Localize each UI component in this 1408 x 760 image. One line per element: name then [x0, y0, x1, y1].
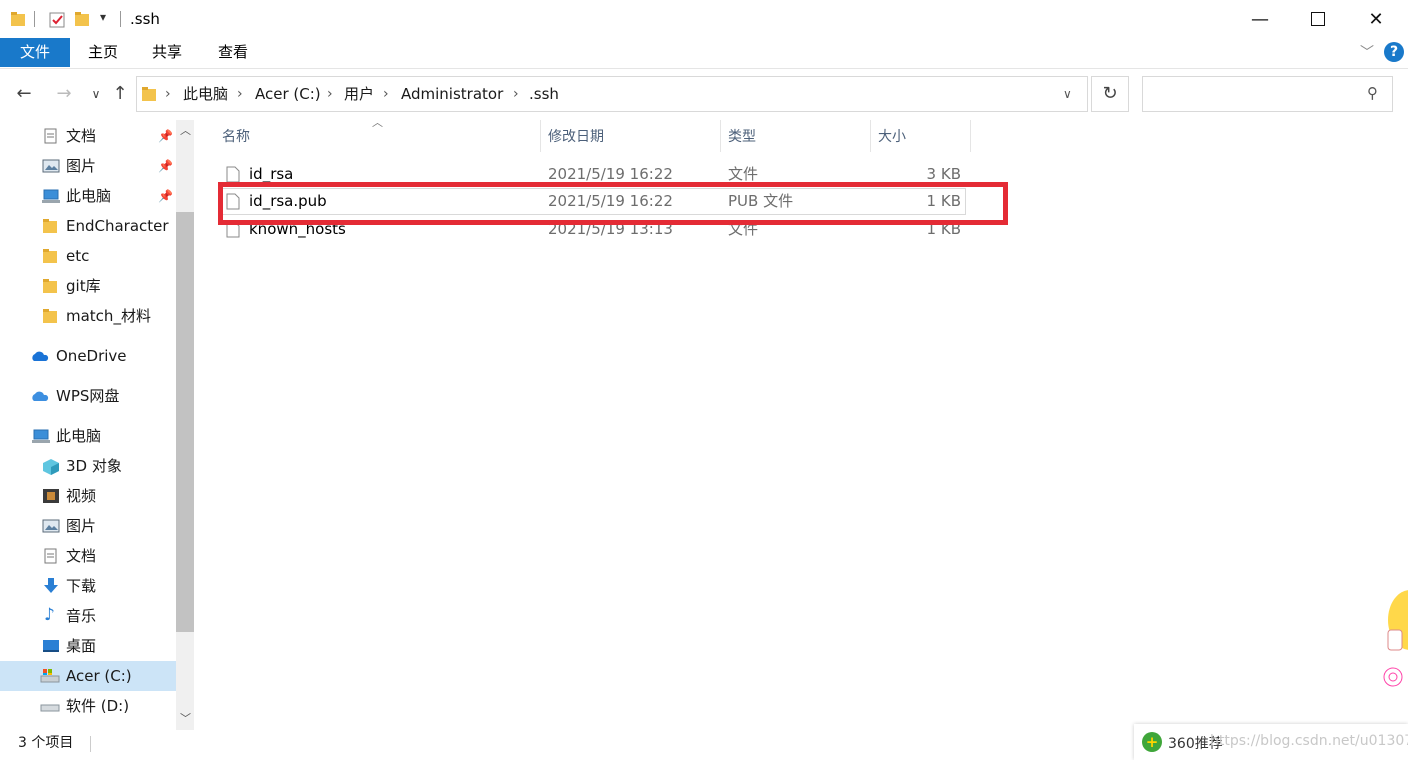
computer-icon [42, 189, 60, 203]
folder-icon [43, 249, 57, 263]
column-header-type[interactable]: 类型 [728, 122, 756, 152]
breadcrumb-separator-icon[interactable]: › [383, 77, 389, 111]
download-icon [44, 578, 58, 593]
picture-icon [42, 519, 60, 533]
nav-item-music[interactable]: ♪ 音乐 [0, 601, 176, 631]
nav-item-downloads[interactable]: 下载 [0, 571, 176, 601]
status-item-count: 3 个项目 [18, 735, 74, 751]
navigation-pane: 文档 📌 图片 📌 此电脑 📌 EndCharacter etc git库 ma… [0, 120, 176, 730]
up-arrow-icon[interactable]: ↑ [108, 82, 132, 106]
window-title: .ssh [130, 10, 160, 28]
watermark: https://blog.csdn.net/u013070710 [1210, 733, 1408, 749]
folder-icon [43, 219, 57, 233]
pin-icon[interactable]: 📌 [158, 181, 173, 211]
breadcrumb-this-pc[interactable]: 此电脑 [183, 77, 228, 111]
onedrive-icon [32, 351, 49, 361]
address-bar[interactable]: › 此电脑 › Acer (C:) › 用户 › Administrator ›… [136, 76, 1088, 112]
nav-item-this-pc-pinned[interactable]: 此电脑 📌 [0, 181, 176, 211]
column-divider[interactable] [720, 120, 721, 152]
scroll-up-icon[interactable]: ︿ [180, 122, 191, 138]
minimize-button[interactable]: — [1231, 0, 1289, 38]
highlight-box [218, 182, 1008, 225]
column-divider[interactable] [970, 120, 971, 152]
nav-item-3d-objects[interactable]: 3D 对象 [0, 451, 176, 481]
nav-item-onedrive[interactable]: OneDrive [0, 341, 176, 371]
scroll-down-icon[interactable]: ﹀ [180, 710, 191, 726]
nav-item-documents[interactable]: 文档 [0, 541, 176, 571]
breadcrumb-ssh[interactable]: .ssh [529, 77, 559, 111]
maximize-button[interactable] [1289, 0, 1347, 38]
column-divider[interactable] [540, 120, 541, 152]
desktop-icon [43, 640, 59, 652]
nav-item-drive-c[interactable]: Acer (C:) [0, 661, 176, 691]
help-icon[interactable]: ? [1384, 42, 1404, 62]
tab-share[interactable]: 共享 [144, 38, 190, 67]
column-header-date[interactable]: 修改日期 [548, 122, 604, 152]
nav-scrollbar-thumb[interactable] [176, 212, 194, 632]
tab-view[interactable]: 查看 [210, 38, 256, 67]
drive-c-icon [40, 669, 60, 683]
quick-access-dropdown-icon[interactable]: ▾ [100, 10, 106, 24]
pin-icon[interactable]: 📌 [158, 121, 173, 151]
refresh-button[interactable]: ↻ [1091, 76, 1129, 112]
address-dropdown-icon[interactable]: ∨ [1063, 77, 1072, 111]
nav-item-match-materials[interactable]: match_材料 [0, 301, 176, 331]
folder-icon [142, 87, 156, 101]
sort-ascending-icon: ︿ [372, 116, 383, 129]
breadcrumb-users[interactable]: 用户 [344, 77, 374, 111]
forward-arrow-icon[interactable]: → [52, 82, 76, 106]
ribbon-expand-icon[interactable]: ﹀ [1360, 42, 1374, 62]
nav-item-etc[interactable]: etc [0, 241, 176, 271]
breadcrumb-separator-icon[interactable]: › [513, 77, 519, 111]
folder-icon [43, 309, 57, 323]
folder-icon [11, 12, 25, 26]
tab-home[interactable]: 主页 [80, 38, 126, 67]
divider [34, 11, 35, 27]
nav-item-desktop[interactable]: 桌面 [0, 631, 176, 661]
properties-icon[interactable] [48, 11, 66, 29]
back-arrow-icon[interactable]: ← [12, 82, 36, 106]
video-icon [43, 489, 59, 503]
new-folder-icon[interactable] [74, 11, 90, 27]
tab-file[interactable]: 文件 [0, 38, 70, 67]
nav-item-git-repo[interactable]: git库 [0, 271, 176, 301]
folder-icon [43, 279, 57, 293]
picture-icon [42, 159, 60, 173]
column-header-size[interactable]: 大小 [878, 122, 906, 152]
column-header-name[interactable]: 名称 [222, 122, 250, 152]
nav-item-endcharacter[interactable]: EndCharacter [0, 211, 176, 241]
breadcrumb-separator-icon[interactable]: › [165, 77, 171, 111]
nav-item-this-pc[interactable]: 此电脑 [0, 421, 176, 451]
search-icon: ⚲ [1367, 84, 1378, 102]
divider [90, 736, 91, 752]
divider [120, 11, 121, 27]
breadcrumb-administrator[interactable]: Administrator [401, 77, 503, 111]
mascot-icon [1383, 590, 1408, 687]
nav-item-videos[interactable]: 视频 [0, 481, 176, 511]
ribbon-tabs: 文件 主页 共享 查看 ﹀ ? [0, 38, 1408, 69]
breadcrumb-separator-icon[interactable]: › [327, 77, 333, 111]
title-bar: ▾ .ssh — ✕ [0, 0, 1408, 38]
close-button[interactable]: ✕ [1347, 0, 1405, 38]
document-icon [44, 128, 57, 144]
search-input[interactable]: ⚲ [1142, 76, 1393, 112]
music-icon: ♪ [44, 605, 55, 625]
pin-icon[interactable]: 📌 [158, 151, 173, 181]
nav-item-pictures[interactable]: 图片 [0, 511, 176, 541]
nav-item-wps-drive[interactable]: WPS网盘 [0, 381, 176, 411]
recent-locations-icon[interactable]: ∨ [84, 82, 108, 106]
360-logo-icon: + [1142, 732, 1162, 752]
nav-item-drive-d[interactable]: 软件 (D:) [0, 691, 176, 721]
wps-cloud-icon [32, 391, 49, 401]
file-icon [226, 166, 240, 183]
breadcrumb-separator-icon[interactable]: › [237, 77, 243, 111]
column-divider[interactable] [870, 120, 871, 152]
document-icon [44, 548, 57, 564]
computer-icon [32, 429, 50, 443]
drive-d-icon [40, 704, 60, 712]
breadcrumb-drive-c[interactable]: Acer (C:) [255, 77, 321, 111]
nav-item-pictures-pinned[interactable]: 图片 📌 [0, 151, 176, 181]
3d-objects-icon [43, 459, 59, 475]
nav-item-documents-pinned[interactable]: 文档 📌 [0, 121, 176, 151]
